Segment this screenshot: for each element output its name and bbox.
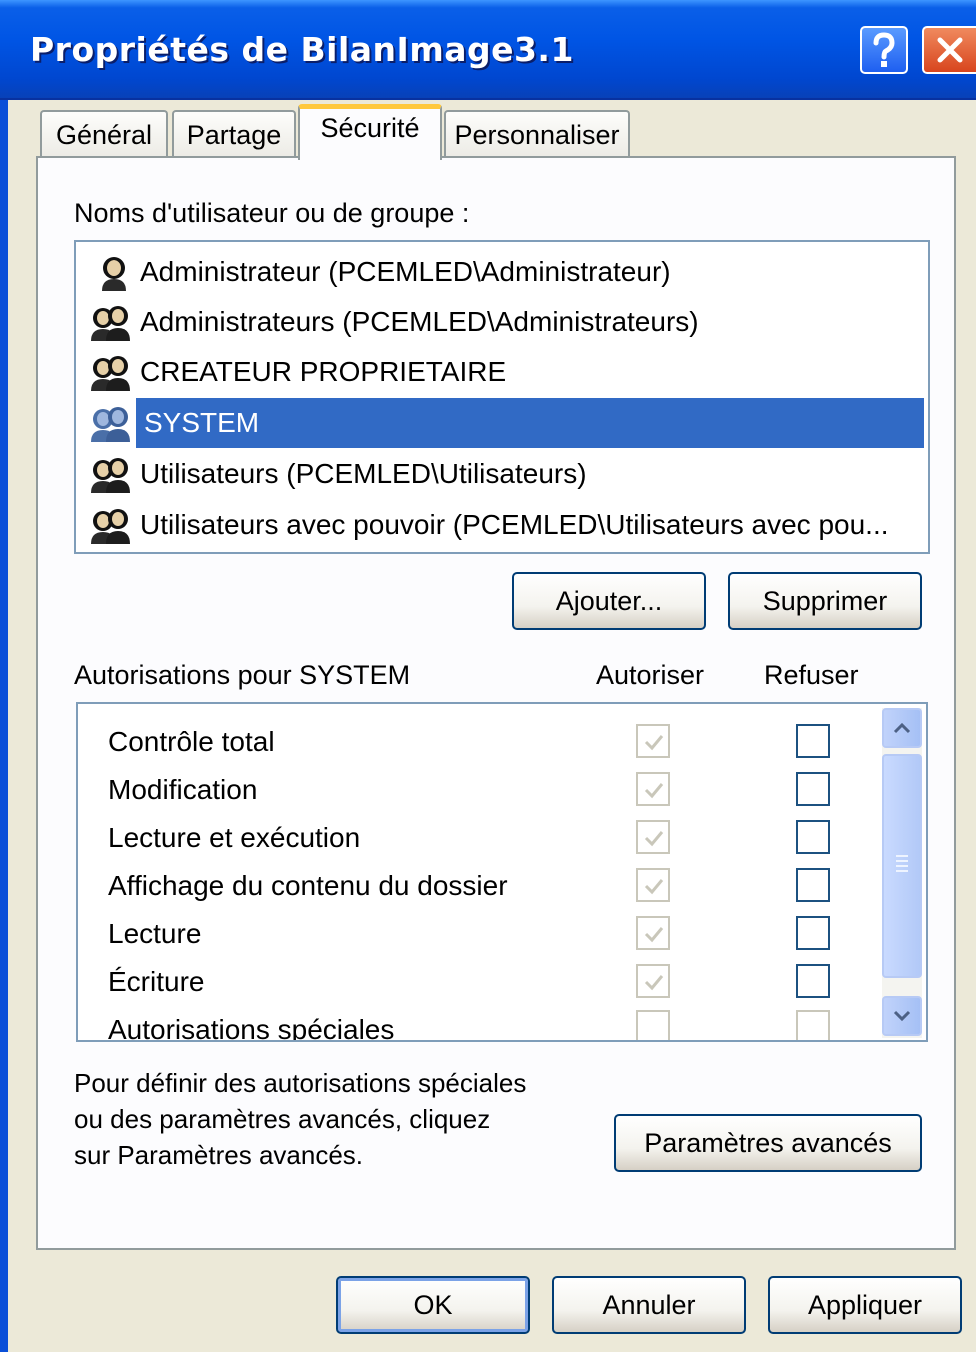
permission-label: Autorisations spéciales (108, 1014, 395, 1042)
question-icon (873, 32, 895, 67)
tab-strip: Général Partage Sécurité Personnaliser (40, 104, 640, 160)
allow-column-header: Autoriser (596, 660, 705, 690)
allow-checkbox-checked[interactable] (636, 964, 670, 998)
advanced-description-line: sur Paramètres avancés. (74, 1140, 364, 1170)
user-icon (102, 257, 126, 291)
checkmark-icon (644, 783, 664, 799)
permission-label: Modification (108, 774, 258, 805)
chevron-up-icon (893, 722, 911, 734)
group-icon (91, 458, 130, 493)
add-button[interactable]: Ajouter... (512, 572, 706, 630)
ok-button[interactable]: OK (336, 1276, 530, 1334)
permissions-list[interactable]: Contrôle total Modification Lecture et e… (76, 702, 928, 1042)
deny-checkbox[interactable] (796, 772, 830, 806)
deny-checkbox[interactable] (796, 724, 830, 758)
chevron-down-icon (893, 1010, 911, 1022)
checkmark-icon (644, 831, 664, 847)
deny-column-header: Refuser (764, 660, 859, 690)
permission-label: Lecture (108, 918, 202, 949)
scroll-up-button[interactable] (882, 708, 922, 748)
allow-checkbox[interactable] (636, 1010, 670, 1040)
permission-label: Affichage du contenu du dossier (108, 870, 508, 901)
group-icon (91, 306, 130, 341)
permission-label: Écriture (108, 966, 205, 997)
tab-partage[interactable]: Partage (172, 110, 296, 158)
allow-checkbox-checked[interactable] (636, 772, 670, 806)
tab-securite[interactable]: Sécurité (298, 104, 442, 160)
checkmark-icon (644, 735, 664, 751)
close-icon (937, 37, 963, 63)
remove-button[interactable]: Supprimer (728, 572, 922, 630)
advanced-settings-button[interactable]: Paramètres avancés (614, 1114, 922, 1172)
allow-checkbox-checked[interactable] (636, 724, 670, 758)
permissions-heading: Autorisations pour SYSTEM (74, 660, 411, 690)
permission-label: Contrôle total (108, 726, 275, 757)
checkmark-icon (644, 927, 664, 943)
allow-checkbox-checked[interactable] (636, 868, 670, 902)
scroll-down-button[interactable] (882, 996, 922, 1036)
checkmark-icon (644, 975, 664, 991)
cancel-button[interactable]: Annuler (552, 1276, 746, 1334)
deny-checkbox[interactable] (796, 1010, 830, 1040)
window-frame (0, 100, 8, 1352)
checkmark-icon (644, 879, 664, 895)
list-item[interactable]: Utilisateurs (PCEMLED\Utilisateurs) (88, 450, 587, 498)
scroll-thumb[interactable] (882, 754, 922, 978)
window-title: Propriétés de BilanImage3.1 (30, 30, 574, 69)
user-group-list[interactable]: Administrateur (PCEMLED\Administrateur) … (74, 240, 930, 554)
advanced-description-line: Pour définir des autorisations spéciales (74, 1068, 527, 1098)
tab-general[interactable]: Général (40, 110, 168, 158)
allow-checkbox-checked[interactable] (636, 916, 670, 950)
list-item-selected[interactable]: SYSTEM (88, 399, 264, 447)
vertical-scrollbar[interactable] (882, 708, 922, 1038)
group-icon (91, 509, 130, 544)
deny-checkbox[interactable] (796, 820, 830, 854)
grip-icon (896, 855, 908, 872)
help-button[interactable] (860, 26, 908, 74)
list-item[interactable]: CREATEUR PROPRIETAIRE (88, 348, 506, 396)
apply-button[interactable]: Appliquer (768, 1276, 962, 1334)
deny-checkbox[interactable] (796, 916, 830, 950)
advanced-description-line: ou des paramètres avancés, cliquez (74, 1104, 491, 1134)
group-icon (91, 407, 130, 442)
title-bar[interactable]: Propriétés de BilanImage3.1 (0, 0, 976, 100)
permission-label: Lecture et exécution (108, 822, 361, 853)
list-item[interactable]: Administrateurs (PCEMLED\Administrateurs… (88, 298, 699, 346)
deny-checkbox[interactable] (796, 868, 830, 902)
list-item[interactable]: Utilisateurs avec pouvoir (PCEMLED\Utili… (88, 501, 889, 549)
allow-checkbox-checked[interactable] (636, 820, 670, 854)
users-heading: Noms d'utilisateur ou de groupe : (74, 198, 470, 228)
close-button[interactable] (922, 26, 976, 74)
tab-personnaliser[interactable]: Personnaliser (444, 110, 630, 158)
deny-checkbox[interactable] (796, 964, 830, 998)
properties-dialog: Propriétés de BilanImage3.1 Général Part… (0, 0, 976, 1352)
list-item[interactable]: Administrateur (PCEMLED\Administrateur) (88, 248, 671, 296)
group-icon (91, 356, 130, 391)
